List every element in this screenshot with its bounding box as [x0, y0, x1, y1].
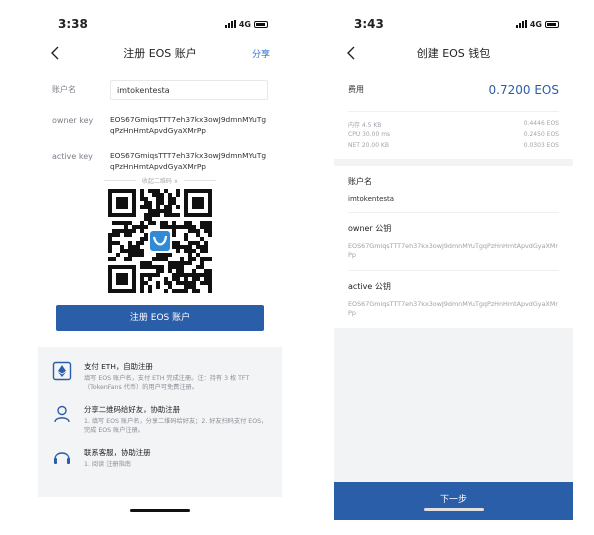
resource-value: 0.0303 EOS: [523, 142, 559, 149]
guide-desc: 1. 阅读 注册指南: [84, 461, 131, 468]
page-title: 创建 EOS 钱包: [416, 47, 491, 60]
collapse-qr-toggle[interactable]: 收起二维码 ∧: [38, 176, 282, 185]
active-key-label: active 公钥: [348, 282, 391, 291]
divider: [103, 180, 136, 181]
account-label: 账户名: [348, 177, 372, 186]
resource-label: CPU 30.00 ms: [348, 131, 391, 138]
home-indicator: [130, 509, 190, 512]
fee-label: 费用: [348, 85, 364, 94]
battery-icon: [545, 20, 559, 28]
guide-title: 联系客服，协助注册: [84, 448, 151, 457]
status-time: 3:43: [354, 17, 384, 31]
owner-key-value: EOS67GmiqsTTT7eh37kx3owJ9dmnMYuTgqPzHnHm…: [348, 234, 559, 271]
account-info-card: 账户名 imtokentesta owner 公钥 EOS67GmiqsTTT7…: [334, 166, 573, 328]
back-icon[interactable]: [344, 45, 360, 61]
resource-label: 内存 4.5 KB: [348, 122, 382, 129]
owner-key-label: owner key: [52, 116, 94, 125]
guide-item[interactable]: 分享二维码给好友，协助注册 1. 填写 EOS 账户名，分享二维码给好友；2. …: [52, 404, 268, 435]
fee-row: 费用 0.7200 EOS: [348, 68, 559, 112]
owner-key-label: owner 公钥: [348, 224, 392, 233]
status-indicators: 4G: [224, 19, 268, 29]
status-time: 3:38: [58, 17, 88, 31]
nav-bar: 注册 EOS 账户 分享: [38, 38, 282, 68]
fee-card: 费用 0.7200 EOS 内存 4.5 KB 0.4446 EOS CPU 3…: [334, 68, 573, 159]
guide-item[interactable]: 联系客服，协助注册 1. 阅读 注册指南: [52, 447, 268, 469]
resource-breakdown: 内存 4.5 KB 0.4446 EOS CPU 30.00 ms 0.2450…: [348, 112, 559, 159]
resource-value: 0.2450 EOS: [523, 131, 559, 138]
owner-key-value: EOS67GmiqsTTT7eh37kx3owJ9dmnMYuTgqPzHnHm…: [110, 115, 267, 135]
app-logo-icon: [148, 229, 172, 253]
signal-icon: [224, 20, 236, 28]
register-guide: 支付 ETH，自助注册 填写 EOS 账户名，支付 ETH 完成注册。注：持有 …: [38, 347, 282, 497]
status-bar: 3:38 4G: [38, 10, 282, 38]
register-screen: 3:38 4G 注册 EOS 账户 分享 账户名 imtokentesta ow…: [38, 10, 282, 520]
account-value: imtokentesta: [348, 187, 559, 213]
home-indicator: [423, 508, 484, 511]
account-row: 账户名 imtokentesta: [38, 80, 282, 100]
collapse-qr-label: 收起二维码 ∧: [141, 178, 179, 185]
guide-desc: 填写 EOS 账户名，支付 ETH 完成注册。注：持有 3 枚 TFT（Toke…: [84, 375, 250, 391]
active-key-value: EOS67GmiqsTTT7eh37kx3owJ9dmnMYuTgqPzHnHm…: [348, 300, 559, 317]
register-button[interactable]: 注册 EOS 账户: [56, 305, 264, 331]
battery-icon: [254, 20, 268, 28]
divider: [184, 180, 217, 181]
fee-value: 0.7200 EOS: [488, 82, 559, 97]
status-indicators: 4G: [515, 19, 559, 29]
account-input[interactable]: imtokentesta: [110, 80, 268, 100]
eth-icon: [52, 361, 72, 381]
person-icon: [54, 405, 70, 423]
network-type: 4G: [529, 19, 542, 29]
back-icon[interactable]: [48, 45, 64, 61]
page-title: 注册 EOS 账户: [123, 47, 197, 60]
resource-row-cpu: CPU 30.00 ms 0.2450 EOS: [348, 131, 559, 142]
qr-code-container: [38, 189, 282, 293]
signal-icon: [515, 20, 527, 28]
active-key-label: active key: [52, 152, 93, 161]
status-bar: 3:43 4G: [334, 10, 573, 38]
active-key-row: active key EOS67GmiqsTTT7eh37kx3owJ9dmnM…: [38, 148, 282, 172]
nav-bar: 创建 EOS 钱包: [334, 38, 573, 68]
resource-value: 0.4446 EOS: [523, 120, 559, 127]
resource-row-ram: 内存 4.5 KB 0.4446 EOS: [348, 120, 559, 131]
resource-row-net: NET 20.00 KB 0.0303 EOS: [348, 142, 559, 153]
guide-title: 分享二维码给好友，协助注册: [84, 405, 181, 414]
network-type: 4G: [238, 19, 251, 29]
guide-title: 支付 ETH，自助注册: [84, 362, 153, 371]
account-label: 账户名: [52, 85, 76, 94]
owner-key-row: owner key EOS67GmiqsTTT7eh37kx3owJ9dmnMY…: [38, 112, 282, 136]
resource-label: NET 20.00 KB: [348, 142, 389, 149]
section-divider: [334, 159, 573, 166]
headset-icon: [54, 452, 70, 464]
wallet-screen: 3:43 4G 创建 EOS 钱包 费用 0.7200 EOS 内存 4.5 K…: [334, 10, 573, 520]
next-button-label: 下一步: [439, 495, 467, 505]
next-button[interactable]: 下一步: [334, 482, 573, 520]
share-button[interactable]: 分享: [252, 47, 270, 60]
guide-desc: 1. 填写 EOS 账户名，分享二维码给好友；2. 好友扫码支付 EOS，完成 …: [84, 418, 268, 434]
guide-item[interactable]: 支付 ETH，自助注册 填写 EOS 账户名，支付 ETH 完成注册。注：持有 …: [52, 361, 268, 392]
active-key-value: EOS67GmiqsTTT7eh37kx3owJ9dmnMYuTgqPzHnHm…: [110, 151, 267, 171]
qr-code: [108, 189, 212, 293]
